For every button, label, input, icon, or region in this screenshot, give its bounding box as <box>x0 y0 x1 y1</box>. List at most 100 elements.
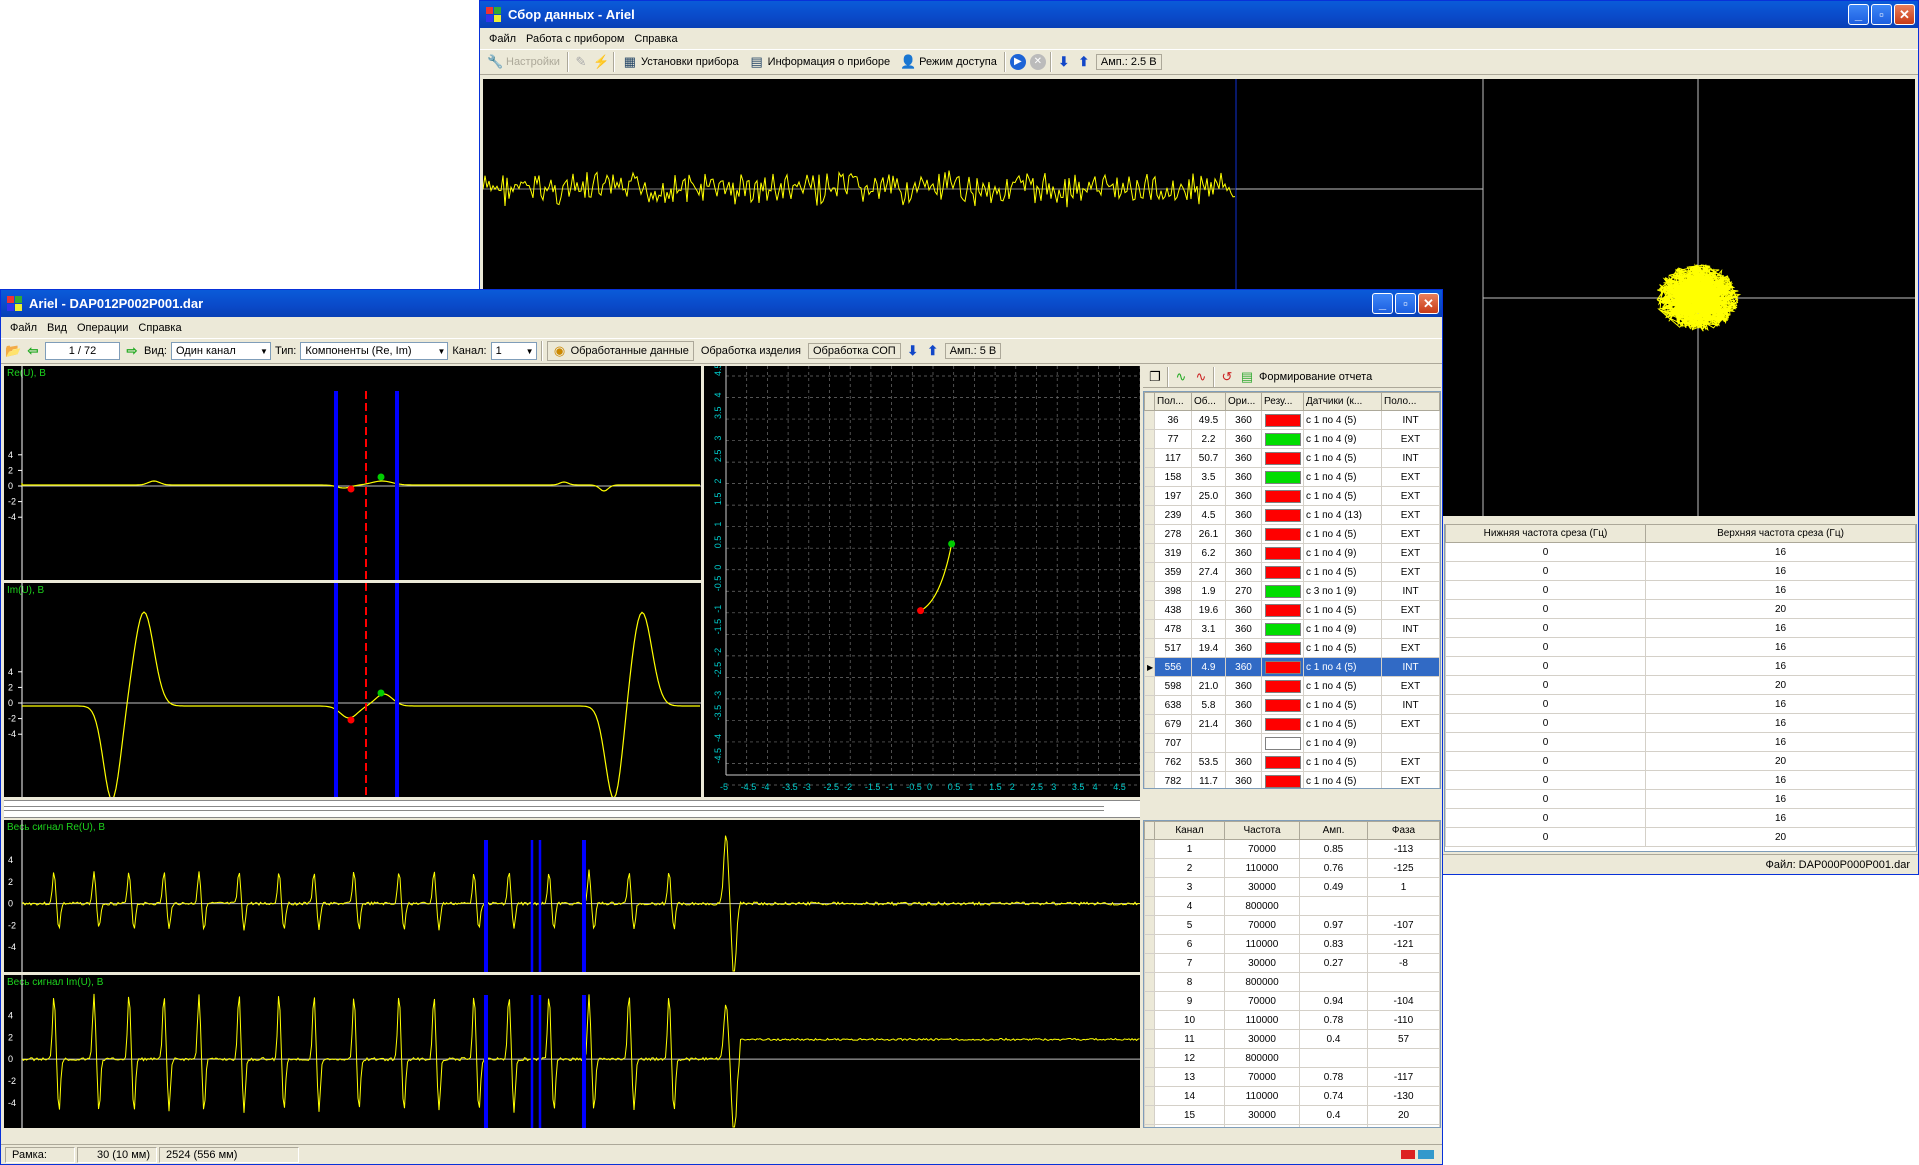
report-icon[interactable]: ▤ <box>1239 369 1255 385</box>
menu-file[interactable]: Файл <box>5 322 42 334</box>
table-row[interactable]: 1 70000 0.85 -113 <box>1144 839 1440 859</box>
full-re-plot[interactable]: Весь сигнал Re(U), В 4 2 0 -2 -4 <box>4 820 1140 972</box>
table-row[interactable]: 782 11.7 360 с 1 по 4 (5) EXT <box>1144 771 1440 788</box>
table-row[interactable]: 117 50.7 360 с 1 по 4 (5) INT <box>1144 448 1440 468</box>
table-row[interactable]: 0 20 <box>1445 675 1916 695</box>
table-row[interactable]: 0 20 <box>1445 599 1916 619</box>
arrow-up-icon[interactable]: ⬆ <box>1076 54 1092 70</box>
channel-select[interactable]: 1 ▼ <box>490 342 537 360</box>
table-row[interactable]: 12 800000 <box>1144 1048 1440 1068</box>
close-button[interactable]: ✕ <box>1894 4 1915 25</box>
menu-device[interactable]: Работа с прибором <box>521 33 629 45</box>
table-row[interactable]: 9 70000 0.94 -104 <box>1144 991 1440 1011</box>
table-row[interactable]: 679 21.4 360 с 1 по 4 (5) EXT <box>1144 714 1440 734</box>
minimize-button[interactable]: _ <box>1372 293 1393 314</box>
maximize-button[interactable]: ▫ <box>1395 293 1416 314</box>
table-row[interactable]: 0 16 <box>1445 580 1916 600</box>
processed-data-button[interactable]: ◉ Обработанные данные <box>546 341 694 361</box>
complex-plane-plot[interactable]: -5 -4.5 -4 -3.5 -3 -2.5 -2 -1.5 -1 -0.5 0 0.5 1 1.5 2 2… <box>704 366 1140 797</box>
table-row[interactable]: 239 4.5 360 с 1 по 4 (13) EXT <box>1144 505 1440 525</box>
table-row[interactable]: 0 16 <box>1445 618 1916 638</box>
table-row[interactable]: 0 16 <box>1445 770 1916 790</box>
table-row[interactable]: 13 70000 0.78 -117 <box>1144 1067 1440 1087</box>
view-select[interactable]: Один канал ▼ <box>170 342 271 360</box>
settings-button[interactable]: 🔧 Настройки <box>484 52 563 72</box>
re-plot[interactable]: Re(U), В 4 2 0 -2 -4 <box>4 366 701 580</box>
table-row[interactable]: 6 110000 0.83 -121 <box>1144 934 1440 954</box>
stop-icon[interactable]: ✕ <box>1029 54 1046 70</box>
channel-header-amp[interactable]: Амп. <box>1299 821 1368 840</box>
main-titlebar[interactable]: Ariel - DAP012P002P001.dar _ ▫ ✕ <box>1 290 1442 317</box>
table-row[interactable]: 5 70000 0.97 -107 <box>1144 915 1440 935</box>
table-row[interactable]: 197 25.0 360 с 1 по 4 (5) EXT <box>1144 486 1440 506</box>
table-row[interactable]: 707 с 1 по 4 (9) <box>1144 733 1440 753</box>
device-info-button[interactable]: ▤ Информация о приборе <box>746 52 893 72</box>
open-folder-icon[interactable]: 📂 <box>5 343 21 359</box>
table-row[interactable]: 0 16 <box>1445 542 1916 562</box>
menu-file[interactable]: Файл <box>484 33 521 45</box>
table-row[interactable]: 11 30000 0.4 57 <box>1144 1029 1440 1049</box>
table-row[interactable]: 7 30000 0.27 -8 <box>1144 953 1440 973</box>
maximize-button[interactable]: ▫ <box>1871 4 1892 25</box>
im-plot[interactable]: Im(U), В 4 2 0 -2 -4 <box>4 583 701 797</box>
table-row[interactable]: 8 800000 <box>1144 972 1440 992</box>
table-row[interactable]: 158 3.5 360 с 1 по 4 (5) EXT <box>1144 467 1440 487</box>
close-button[interactable]: ✕ <box>1418 293 1439 314</box>
table-row[interactable]: 762 53.5 360 с 1 по 4 (5) EXT <box>1144 752 1440 772</box>
results-header-ori[interactable]: Ори... <box>1225 392 1262 411</box>
results-header-pos[interactable]: Пол... <box>1154 392 1192 411</box>
table-row[interactable]: ▶ 556 4.9 360 с 1 по 4 (5) INT <box>1144 657 1440 677</box>
table-row[interactable]: 2 110000 0.76 -125 <box>1144 858 1440 878</box>
table-row[interactable]: 0 16 <box>1445 713 1916 733</box>
results-header-ob[interactable]: Об... <box>1191 392 1226 411</box>
results-header-pol[interactable]: Поло... <box>1381 392 1440 411</box>
copy-icon[interactable]: ❐ <box>1147 369 1163 385</box>
access-mode-button[interactable]: 👤 Режим доступа <box>897 52 1000 72</box>
menu-view[interactable]: Вид <box>42 322 72 334</box>
prev-arrow-icon[interactable]: ⇦ <box>25 343 41 359</box>
table-row[interactable]: 14 110000 0.74 -130 <box>1144 1086 1440 1106</box>
freq-header-high[interactable]: Верхняя частота среза (Гц) <box>1645 524 1916 543</box>
curve-green-icon[interactable]: ∿ <box>1173 369 1189 385</box>
type-select[interactable]: Компоненты (Re, Im) ▼ <box>300 342 449 360</box>
table-row[interactable]: 478 3.1 360 с 1 по 4 (9) INT <box>1144 619 1440 639</box>
table-row[interactable]: 0 16 <box>1445 694 1916 714</box>
play-icon[interactable]: ▶ <box>1009 54 1026 70</box>
table-row[interactable]: 0 16 <box>1445 656 1916 676</box>
arrow-down-icon[interactable]: ⬇ <box>1056 54 1072 70</box>
arrow-up-icon[interactable]: ⬆ <box>925 343 941 359</box>
table-row[interactable]: 36 49.5 360 с 1 по 4 (5) INT <box>1144 410 1440 430</box>
menu-operations[interactable]: Операции <box>72 322 133 334</box>
results-header-res[interactable]: Резу... <box>1261 392 1304 411</box>
table-row[interactable]: 0 16 <box>1445 732 1916 752</box>
table-row[interactable]: 598 21.0 360 с 1 по 4 (5) EXT <box>1144 676 1440 696</box>
channel-header-freq[interactable]: Частота <box>1224 821 1300 840</box>
table-row[interactable]: 16800000 <box>1144 1124 1440 1127</box>
device-setup-button[interactable]: ▦ Установки прибора <box>619 52 742 72</box>
table-row[interactable]: 0 16 <box>1445 561 1916 581</box>
next-arrow-icon[interactable]: ⇨ <box>124 343 140 359</box>
table-row[interactable]: 0 20 <box>1445 751 1916 771</box>
table-row[interactable]: 10 110000 0.78 -110 <box>1144 1010 1440 1030</box>
full-im-plot[interactable]: Весь сигнал Im(U), В 4 2 0 -2 -4 <box>4 975 1140 1128</box>
disconnect-icon[interactable]: ✎ <box>573 54 589 70</box>
table-row[interactable]: 15 30000 0.4 20 <box>1144 1105 1440 1125</box>
table-row[interactable]: 0 16 <box>1445 637 1916 657</box>
table-row[interactable]: 4 800000 <box>1144 896 1440 916</box>
table-row[interactable]: 438 19.6 360 с 1 по 4 (5) EXT <box>1144 600 1440 620</box>
table-row[interactable]: 77 2.2 360 с 1 по 4 (9) EXT <box>1144 429 1440 449</box>
table-row[interactable]: 0 20 <box>1445 827 1916 847</box>
table-row[interactable]: 359 27.4 360 с 1 по 4 (5) EXT <box>1144 562 1440 582</box>
freq-header-low[interactable]: Нижняя частота среза (Гц) <box>1445 524 1646 543</box>
report-button[interactable]: Формирование отчета <box>1259 371 1372 383</box>
connect-icon[interactable]: ⚡ <box>593 54 609 70</box>
table-row[interactable]: 278 26.1 360 с 1 по 4 (5) EXT <box>1144 524 1440 544</box>
table-row[interactable]: 517 19.4 360 с 1 по 4 (5) EXT <box>1144 638 1440 658</box>
channel-header-channel[interactable]: Канал <box>1154 821 1225 840</box>
product-processing-button[interactable]: Обработка изделия <box>698 343 804 359</box>
collect-titlebar[interactable]: Сбор данных - Ariel _ ▫ ✕ <box>480 1 1918 28</box>
arrow-down-icon[interactable]: ⬇ <box>905 343 921 359</box>
page-field[interactable]: 1 / 72 <box>45 342 120 360</box>
minimize-button[interactable]: _ <box>1848 4 1869 25</box>
table-row[interactable]: 0 16 <box>1445 789 1916 809</box>
